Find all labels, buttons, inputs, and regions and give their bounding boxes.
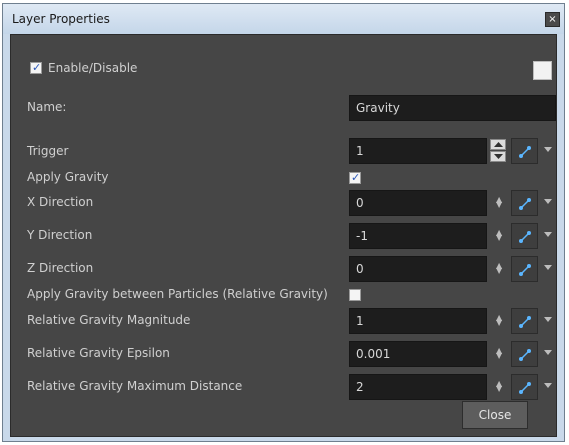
spin-down-button[interactable] bbox=[490, 151, 506, 162]
function-curve-icon bbox=[519, 349, 531, 361]
function-curve-icon bbox=[519, 316, 531, 328]
apply-gravity-checkbox[interactable]: ✓ bbox=[349, 171, 361, 184]
z-direction-function-button[interactable] bbox=[511, 256, 538, 282]
x-direction-label: X Direction bbox=[27, 195, 94, 209]
enable-checkbox[interactable]: ✓ bbox=[30, 61, 42, 74]
chevron-down-icon[interactable] bbox=[544, 232, 552, 238]
relative-gravity-max-distance-label: Relative Gravity Maximum Distance bbox=[27, 379, 243, 393]
z-direction-field[interactable]: 0 bbox=[349, 256, 487, 282]
layer-properties-dialog: Layer Properties × ✓ Enable/Disable Name… bbox=[2, 3, 565, 442]
updown-icon[interactable]: ▲ ▼ bbox=[496, 262, 502, 275]
function-curve-icon bbox=[519, 146, 531, 158]
close-button[interactable]: Close bbox=[462, 401, 528, 429]
relative-gravity-epsilon-label: Relative Gravity Epsilon bbox=[27, 346, 170, 360]
trigger-spin-box[interactable] bbox=[487, 138, 508, 164]
chevron-down-icon[interactable] bbox=[544, 350, 552, 356]
y-direction-function-button[interactable] bbox=[511, 223, 538, 249]
relative-gravity-max-distance-field[interactable]: 2 bbox=[349, 374, 487, 400]
function-curve-icon bbox=[519, 382, 531, 394]
name-field[interactable]: Gravity bbox=[349, 95, 556, 121]
apply-gravity-label: Apply Gravity bbox=[27, 170, 109, 184]
chevron-down-icon[interactable] bbox=[544, 265, 552, 271]
y-direction-field[interactable]: -1 bbox=[349, 223, 487, 249]
trigger-label: Trigger bbox=[27, 144, 69, 158]
enable-label: Enable/Disable bbox=[48, 61, 138, 75]
trigger-function-button[interactable] bbox=[511, 138, 538, 164]
updown-icon[interactable]: ▲ ▼ bbox=[496, 380, 502, 393]
x-direction-field[interactable]: 0 bbox=[349, 190, 487, 216]
function-curve-icon bbox=[519, 264, 531, 276]
chevron-down-icon[interactable] bbox=[544, 317, 552, 323]
title-bar[interactable]: Layer Properties × bbox=[3, 4, 564, 34]
relative-gravity-checkbox[interactable] bbox=[349, 289, 361, 301]
relative-gravity-magnitude-field[interactable]: 1 bbox=[349, 308, 487, 334]
check-mark-icon: ✓ bbox=[32, 61, 42, 74]
spin-up-button[interactable] bbox=[490, 139, 506, 150]
dialog-title: Layer Properties bbox=[12, 12, 110, 26]
relative-gravity-max-distance-function-button[interactable] bbox=[511, 374, 538, 400]
close-icon[interactable]: × bbox=[545, 12, 560, 27]
z-direction-label: Z Direction bbox=[27, 261, 94, 275]
name-label: Name: bbox=[27, 100, 67, 114]
updown-icon[interactable]: ▲ ▼ bbox=[496, 347, 502, 360]
relative-gravity-magnitude-function-button[interactable] bbox=[511, 308, 538, 334]
y-direction-label: Y Direction bbox=[27, 228, 93, 242]
chevron-down-icon[interactable] bbox=[544, 199, 552, 205]
relative-gravity-epsilon-function-button[interactable] bbox=[511, 341, 538, 367]
relative-gravity-magnitude-label: Relative Gravity Magnitude bbox=[27, 313, 191, 327]
dialog-client: ✓ Enable/Disable Name: Gravity Trigger 1… bbox=[10, 34, 557, 437]
layer-color-swatch[interactable] bbox=[533, 61, 552, 80]
trigger-field[interactable]: 1 bbox=[349, 138, 487, 164]
updown-icon[interactable]: ▲ ▼ bbox=[496, 196, 502, 209]
function-curve-icon bbox=[519, 231, 531, 243]
chevron-down-icon[interactable] bbox=[544, 147, 552, 153]
relative-gravity-label: Apply Gravity between Particles (Relativ… bbox=[27, 287, 328, 301]
x-direction-function-button[interactable] bbox=[511, 190, 538, 216]
relative-gravity-epsilon-field[interactable]: 0.001 bbox=[349, 341, 487, 367]
function-curve-icon bbox=[519, 198, 531, 210]
updown-icon[interactable]: ▲ ▼ bbox=[496, 314, 502, 327]
updown-icon[interactable]: ▲ ▼ bbox=[496, 229, 502, 242]
check-mark-icon: ✓ bbox=[351, 171, 361, 184]
chevron-down-icon[interactable] bbox=[544, 383, 552, 389]
